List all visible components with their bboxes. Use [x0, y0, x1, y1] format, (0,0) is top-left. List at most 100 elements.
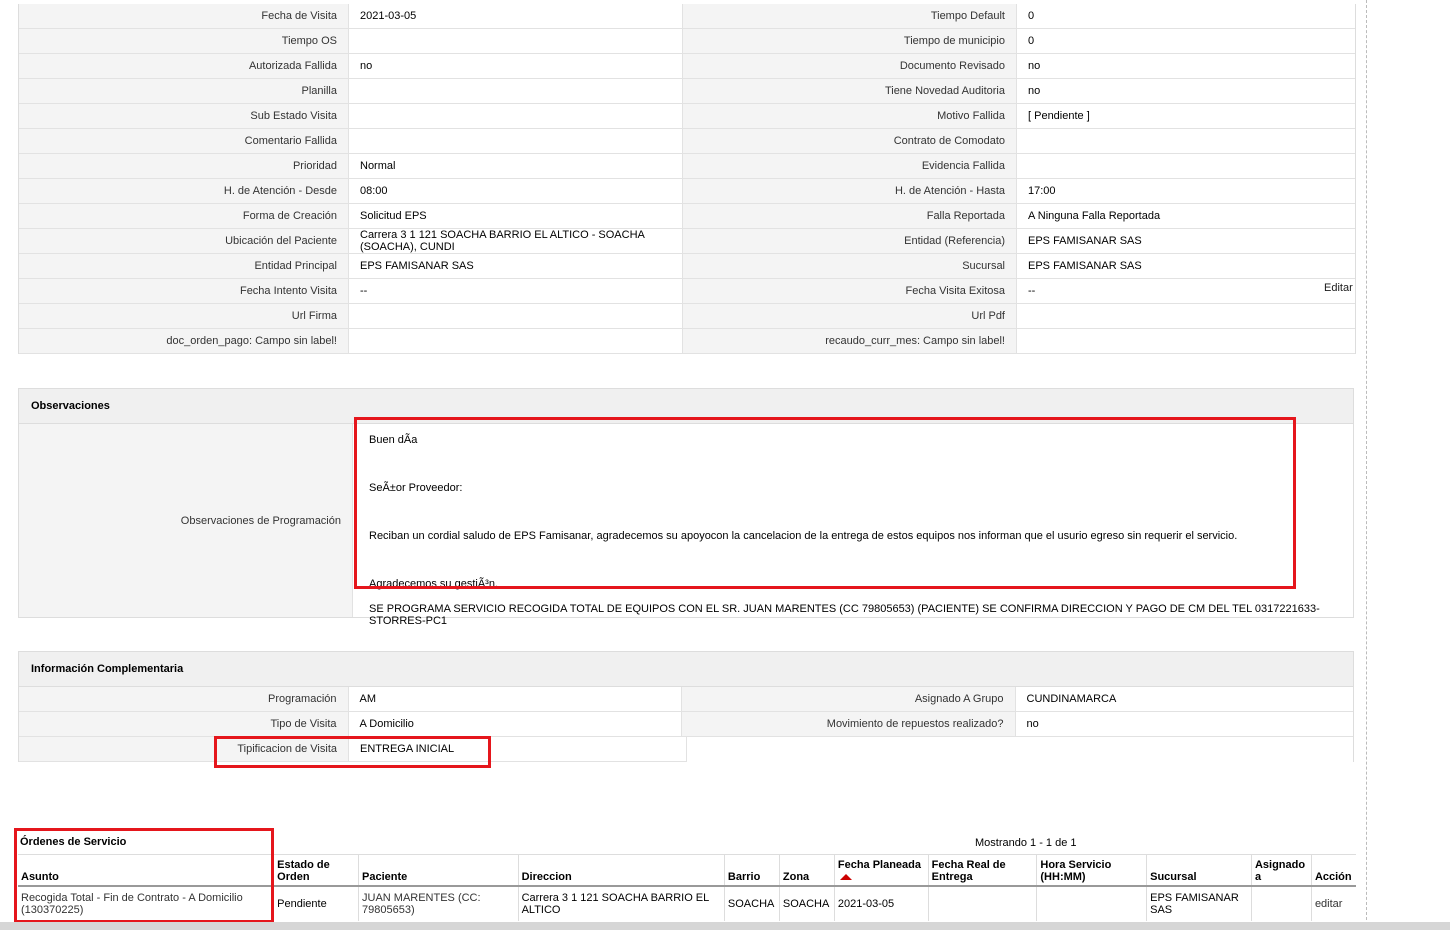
field-label: H. de Atención - Hasta	[683, 179, 1017, 203]
col-accion: Acción	[1311, 854, 1356, 887]
cell-barrio: SOACHA	[724, 886, 780, 921]
field-label: Fecha Visita Exitosa	[683, 279, 1017, 303]
field-row: Url Firma Url Pdf	[19, 304, 1355, 329]
field-value: 2021-03-05	[349, 4, 683, 28]
observation-line: Buen dÃ­a	[369, 434, 418, 446]
horizontal-scrollbar[interactable]	[0, 922, 1450, 930]
field-value: Solicitud EPS	[349, 204, 683, 228]
cell-asignado	[1251, 886, 1312, 921]
field-value: EPS FAMISANAR SAS	[1028, 260, 1142, 272]
field-label: Fecha Intento Visita	[19, 279, 349, 303]
observation-line: SeÃ±or Proveedor:	[369, 482, 463, 494]
field-label: Documento Revisado	[683, 54, 1017, 78]
section-title: Información Complementaria	[19, 652, 1353, 687]
cell-sucursal: EPS FAMISANAR SAS	[1146, 886, 1252, 921]
orders-table: Asunto Estado de Orden Paciente Direccio…	[18, 854, 1356, 921]
col-estado[interactable]: Estado de Orden	[273, 854, 359, 887]
field-value: --	[349, 279, 683, 303]
orders-title: Órdenes de Servicio	[20, 836, 127, 848]
cell-fecha-planeada: 2021-03-05	[834, 886, 929, 921]
field-row: H. de Atención - Desde 08:00 H. de Atenc…	[19, 179, 1355, 204]
order-link[interactable]: Recogida Total - Fin de Contrato - A Dom…	[21, 892, 243, 916]
complementaria-panel: Información Complementaria Programación …	[18, 651, 1354, 762]
field-row: Tipo de Visita A Domicilio Movimiento de…	[19, 712, 1353, 737]
cell-accion[interactable]: editar	[1311, 886, 1356, 921]
field-value: Normal	[349, 154, 683, 178]
cell-hora	[1036, 886, 1148, 921]
field-value	[349, 104, 683, 128]
field-row: Planilla Tiene Novedad Auditoria no	[19, 79, 1355, 104]
field-row: Forma de Creación Solicitud EPS Falla Re…	[19, 204, 1355, 229]
field-row: Comentario Fallida Contrato de Comodato	[19, 129, 1355, 154]
field-row: Prioridad Normal Evidencia Fallida	[19, 154, 1355, 179]
col-fecha-real[interactable]: Fecha Real de Entrega	[928, 854, 1038, 887]
field-value: ENTREGA INICIAL	[360, 743, 455, 755]
field-value: --	[1028, 285, 1036, 297]
section-title: Observaciones	[19, 389, 1353, 424]
field-value: EPS FAMISANAR SAS	[349, 254, 683, 278]
page-boundary	[1366, 0, 1367, 930]
edit-order-link[interactable]: editar	[1315, 898, 1343, 910]
field-row: Fecha Intento Visita -- Fecha Visita Exi…	[19, 279, 1355, 304]
cell-fecha-real	[928, 886, 1038, 921]
field-label: Programación	[19, 687, 349, 711]
field-label: Tiene Novedad Auditoria	[683, 79, 1017, 103]
field-value: Carrera 3 1 121 SOACHA BARRIO EL ALTICO …	[349, 229, 683, 253]
field-value: A Domicilio	[349, 712, 682, 736]
col-direccion[interactable]: Direccion	[518, 854, 725, 887]
cell-zona: SOACHA	[779, 886, 835, 921]
field-value: 0	[1028, 35, 1035, 47]
col-asunto[interactable]: Asunto	[18, 854, 275, 887]
field-label: Movimiento de repuestos realizado?	[682, 712, 1016, 736]
sort-ascending-icon	[839, 874, 852, 881]
cell-direccion: Carrera 3 1 121 SOACHA BARRIO EL ALTICO	[518, 886, 725, 921]
observaciones-label: Observaciones de Programación	[19, 424, 353, 617]
field-value: AM	[349, 687, 682, 711]
field-label: Entidad Principal	[19, 254, 349, 278]
field-label: Sub Estado Visita	[19, 104, 349, 128]
col-paciente[interactable]: Paciente	[358, 854, 519, 887]
field-label: recaudo_curr_mes: Campo sin label!	[683, 329, 1017, 353]
table-row: Recogida Total - Fin de Contrato - A Dom…	[18, 886, 1356, 921]
field-row: Entidad Principal EPS FAMISANAR SAS Sucu…	[19, 254, 1355, 279]
field-row: Autorizada Fallida no Documento Revisado…	[19, 54, 1355, 79]
field-row: Sub Estado Visita Motivo Fallida [ Pendi…	[19, 104, 1355, 129]
col-barrio[interactable]: Barrio	[724, 854, 780, 887]
cell-asunto[interactable]: Recogida Total - Fin de Contrato - A Dom…	[18, 886, 275, 921]
observation-note: SE PROGRAMA SERVICIO RECOGIDA TOTAL DE E…	[369, 603, 1320, 627]
field-label: Sucursal	[683, 254, 1017, 278]
field-row: Tipificacion de Visita ENTREGA INICIAL	[19, 737, 687, 762]
col-sucursal[interactable]: Sucursal	[1146, 854, 1252, 887]
field-value	[349, 304, 683, 328]
field-label: Url Pdf	[683, 304, 1017, 328]
col-hora[interactable]: Hora Servicio (HH:MM)	[1036, 854, 1148, 887]
field-value: 0	[1028, 10, 1035, 22]
field-value: A Ninguna Falla Reportada	[1028, 210, 1161, 222]
col-fecha-planeada-label: Fecha Planeada	[837, 859, 922, 871]
field-value: no	[349, 54, 683, 78]
col-asignado[interactable]: Asignado a	[1251, 854, 1312, 887]
pagination-info: Mostrando 1 - 1 de 1	[975, 837, 1077, 849]
field-label: Planilla	[19, 79, 349, 103]
field-label: Tiempo de municipio	[683, 29, 1017, 53]
field-label: Autorizada Fallida	[19, 54, 349, 78]
cell-estado: Pendiente	[273, 886, 359, 921]
field-label: Tipo de Visita	[19, 712, 349, 736]
field-row: Ubicación del Paciente Carrera 3 1 121 S…	[19, 229, 1355, 254]
field-label: Comentario Fallida	[19, 129, 349, 153]
col-fecha-planeada[interactable]: Fecha Planeada	[834, 854, 929, 887]
field-label: Asignado A Grupo	[682, 687, 1016, 711]
field-label: Tipificacion de Visita	[19, 737, 349, 761]
field-label: Motivo Fallida	[683, 104, 1017, 128]
field-value	[1017, 304, 1355, 328]
col-zona[interactable]: Zona	[779, 854, 835, 887]
field-label: Tiempo OS	[19, 29, 349, 53]
field-value: 08:00	[349, 179, 683, 203]
field-row: doc_orden_pago: Campo sin label! recaudo…	[19, 329, 1355, 354]
field-label: Contrato de Comodato	[683, 129, 1017, 153]
field-value: 17:00	[1028, 185, 1056, 197]
edit-link[interactable]: Editar	[1324, 282, 1353, 294]
field-value	[349, 329, 683, 353]
field-row: Fecha de Visita 2021-03-05 Tiempo Defaul…	[19, 4, 1355, 29]
field-label: Prioridad	[19, 154, 349, 178]
